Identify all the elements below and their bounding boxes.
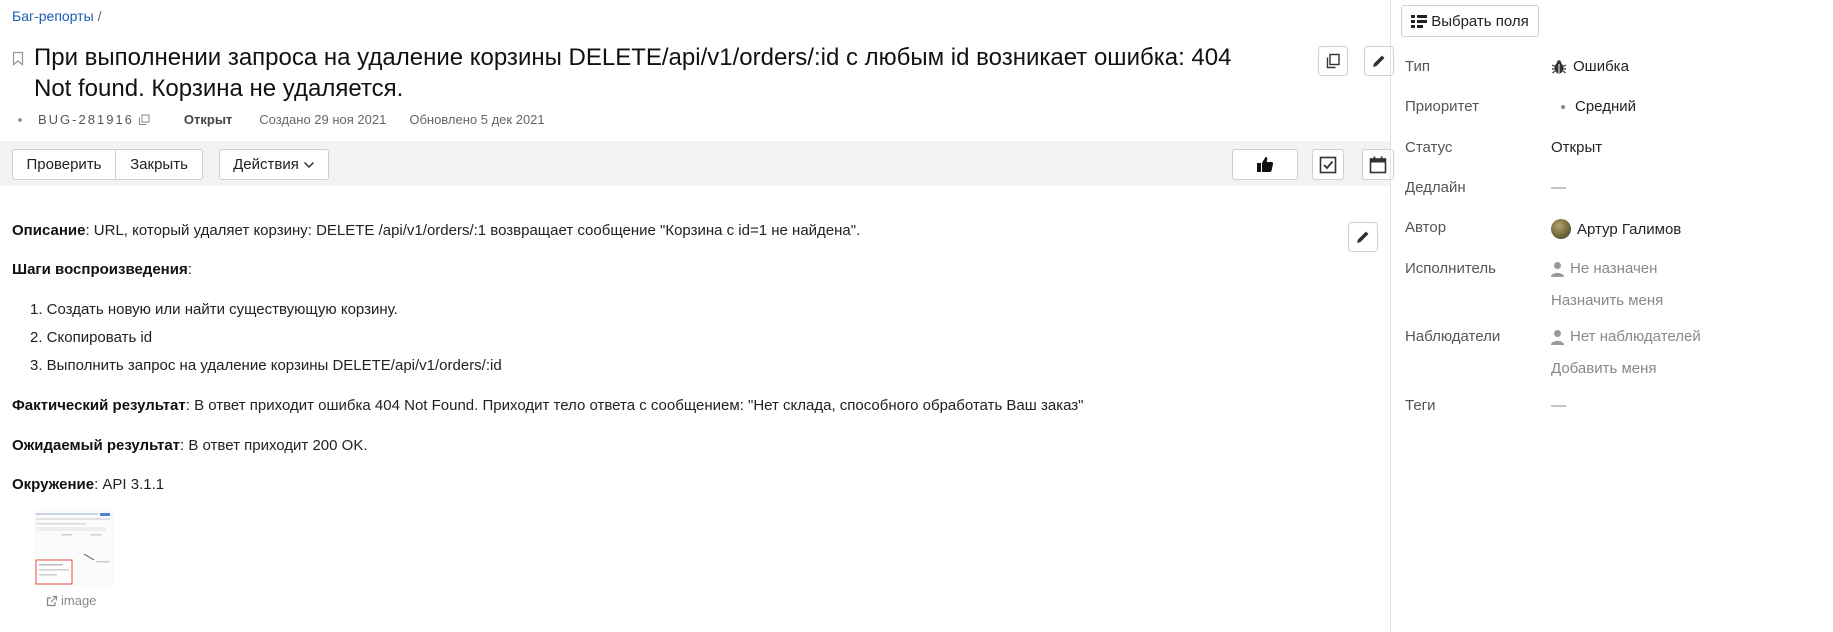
issue-created: Создано 29 ноя 2021 bbox=[259, 112, 387, 127]
type-value[interactable]: Ошибка bbox=[1551, 58, 1629, 75]
assign-me-link[interactable]: Назначить меня bbox=[1551, 292, 1663, 309]
check-button[interactable]: Проверить bbox=[12, 149, 116, 180]
type-text: Ошибка bbox=[1573, 58, 1629, 75]
chevron-down-icon bbox=[303, 161, 314, 168]
avatar bbox=[1551, 219, 1571, 239]
meta-dot bbox=[18, 117, 22, 122]
environment-text: : API 3.1.1 bbox=[94, 476, 165, 493]
breadcrumb-separator: / bbox=[97, 8, 102, 24]
actual-label: Фактический результат bbox=[12, 397, 186, 414]
edit-description-button[interactable] bbox=[1348, 222, 1378, 252]
add-me-link[interactable]: Добавить меня bbox=[1551, 360, 1657, 377]
issue-key: BUG-281916 bbox=[38, 112, 134, 127]
bug-icon bbox=[1551, 59, 1567, 73]
tags-label: Теги bbox=[1405, 397, 1436, 414]
calendar-icon bbox=[1369, 156, 1387, 173]
description-text: : URL, который удаляет корзину: DELETE /… bbox=[85, 222, 861, 239]
checklist-icon bbox=[1319, 156, 1337, 173]
user-icon bbox=[1551, 261, 1564, 277]
deadline-label: Дедлайн bbox=[1405, 179, 1466, 196]
issue-status: Открыт bbox=[183, 112, 233, 127]
copy-key-icon[interactable] bbox=[138, 114, 150, 126]
like-button[interactable] bbox=[1232, 149, 1298, 180]
status-value: Открыт bbox=[1551, 139, 1603, 156]
issue-main: Баг-репорты / При выполнении запроса на у… bbox=[0, 0, 1394, 632]
environment-label: Окружение bbox=[12, 476, 95, 493]
breadcrumb: Баг-репорты / bbox=[12, 8, 102, 24]
deadline-value[interactable]: — bbox=[1551, 179, 1566, 196]
author-value[interactable]: Артур Галимов bbox=[1551, 219, 1681, 239]
external-link-icon bbox=[46, 595, 58, 606]
actual-result: Фактический результат: В ответ приходит … bbox=[12, 397, 1083, 414]
issue-sidebar: Выбрать поля Тип Ошибка Приоритет Средни… bbox=[1390, 0, 1833, 632]
issue-toolbar: Проверить Закрыть Действия bbox=[0, 141, 1394, 186]
list-item: 3. Выполнить запрос на удаление корзины … bbox=[30, 357, 502, 374]
list-item: 2. Скопировать id bbox=[30, 329, 153, 346]
priority-value[interactable]: Средний bbox=[1561, 98, 1636, 115]
list-item: 1. Создать новую или найти существующую … bbox=[30, 301, 398, 318]
list-icon bbox=[1411, 15, 1428, 28]
select-fields-button[interactable]: Выбрать поля bbox=[1401, 5, 1539, 37]
edit-icon bbox=[1357, 231, 1369, 243]
assignee-value[interactable]: Не назначен bbox=[1551, 260, 1657, 277]
attachment-thumbnail[interactable] bbox=[34, 510, 114, 586]
copy-button[interactable] bbox=[1318, 46, 1348, 76]
assignee-text: Не назначен bbox=[1570, 260, 1658, 277]
page-title: При выполнении запроса на удаление корзи… bbox=[34, 44, 1232, 102]
actions-dropdown[interactable]: Действия bbox=[219, 149, 329, 180]
edit-icon bbox=[1373, 55, 1385, 67]
watchers-text: Нет наблюдателей bbox=[1570, 328, 1701, 345]
attachment-label: image bbox=[61, 593, 97, 608]
steps-label: Шаги воспроизведения bbox=[12, 261, 188, 278]
watchers-value[interactable]: Нет наблюдателей bbox=[1551, 328, 1701, 345]
copy-icon bbox=[1326, 53, 1340, 69]
close-button[interactable]: Закрыть bbox=[116, 149, 203, 180]
author-label: Автор bbox=[1405, 219, 1447, 236]
description-paragraph: Описание: URL, который удаляет корзину: … bbox=[12, 222, 860, 239]
breadcrumb-link-bug-reports[interactable]: Баг-репорты bbox=[12, 8, 94, 24]
user-icon bbox=[1551, 329, 1564, 345]
watchers-label: Наблюдатели bbox=[1405, 328, 1501, 345]
assignee-label: Исполнитель bbox=[1405, 260, 1496, 277]
actions-label: Действия bbox=[233, 156, 299, 173]
checklist-button[interactable] bbox=[1312, 149, 1344, 180]
actual-text: : В ответ приходит ошибка 404 Not Found.… bbox=[185, 397, 1084, 414]
status-label: Статус bbox=[1405, 139, 1453, 156]
issue-meta: BUG-281916 Открыт Создано 29 ноя 2021 Об… bbox=[18, 112, 545, 127]
environment: Окружение: API 3.1.1 bbox=[12, 476, 164, 493]
description-label: Описание bbox=[12, 222, 86, 239]
bookmark-icon[interactable] bbox=[12, 51, 24, 66]
priority-text: Средний bbox=[1575, 98, 1636, 115]
attachment-link[interactable]: image bbox=[46, 593, 96, 608]
expected-label: Ожидаемый результат bbox=[12, 437, 181, 454]
steps-colon: : bbox=[187, 261, 192, 278]
type-label: Тип bbox=[1405, 58, 1431, 75]
expected-text: : В ответ приходит 200 OK. bbox=[180, 437, 368, 454]
author-name: Артур Галимов bbox=[1577, 220, 1682, 238]
priority-dot-icon bbox=[1561, 104, 1565, 109]
issue-updated: Обновлено 5 дек 2021 bbox=[409, 112, 545, 127]
thumbs-up-icon bbox=[1257, 157, 1274, 172]
steps-heading: Шаги воспроизведения: bbox=[12, 261, 192, 278]
priority-label: Приоритет bbox=[1405, 98, 1479, 115]
tags-value[interactable]: — bbox=[1551, 397, 1566, 414]
expected-result: Ожидаемый результат: В ответ приходит 20… bbox=[12, 437, 368, 454]
select-fields-label: Выбрать поля bbox=[1431, 12, 1529, 30]
